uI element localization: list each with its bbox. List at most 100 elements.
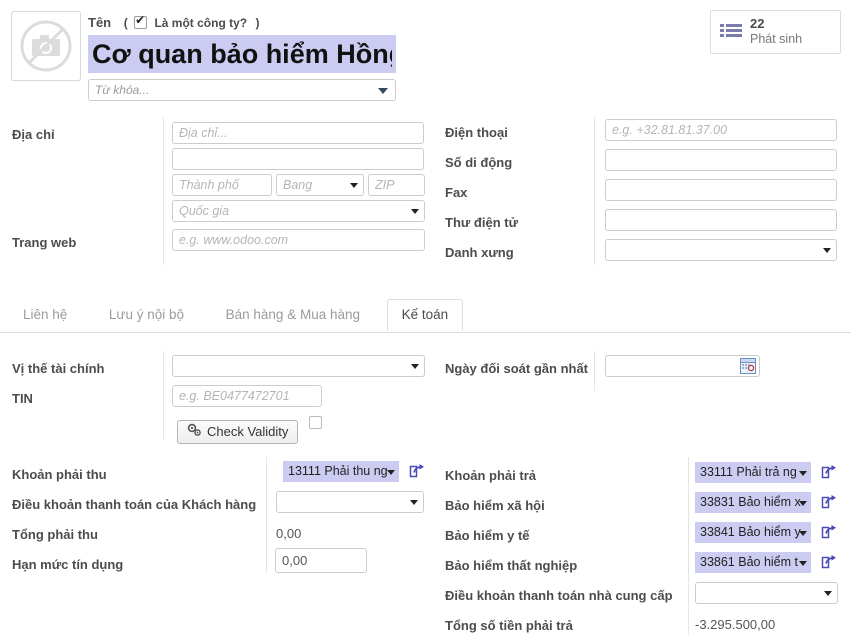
health-insurance-select[interactable]: 33841 Bảo hiểm y [695, 522, 811, 543]
mobile-label: Số di động [445, 151, 512, 170]
chevron-down-icon [799, 471, 807, 476]
payable-account-label: Khoản phải trả [445, 464, 536, 483]
receivable-account-select[interactable]: 13111 Phải thu ng [283, 461, 399, 482]
accounting-upper: Vị thế tài chính TIN [0, 348, 851, 443]
accounting-lower: Khoản phải thu 13111 Phải thu ng Điều kh… [0, 455, 851, 639]
customer-terms-select[interactable] [276, 491, 424, 513]
phone-input[interactable] [605, 119, 837, 141]
city-input[interactable] [172, 174, 272, 196]
unemployment-insurance-field: 33861 Bảo hiểm t [695, 552, 837, 573]
calendar-icon[interactable] [740, 358, 756, 374]
social-insurance-label: Bảo hiểm xã hội [445, 494, 545, 513]
unemployment-insurance-select[interactable]: 33861 Bảo hiểm t [695, 552, 811, 573]
chevron-down-icon [411, 364, 419, 369]
chevron-down-icon [799, 501, 807, 506]
external-link-icon[interactable] [821, 524, 837, 542]
validity-row: Check Validity [177, 413, 325, 444]
payable-account-select[interactable]: 33111 Phải trả ng [695, 462, 811, 483]
chevron-down-icon [799, 561, 807, 566]
tags-input[interactable]: Từ khóa... [88, 79, 396, 101]
acct-left-divider [163, 351, 164, 439]
social-insurance-value: 33831 Bảo hiểm x [700, 495, 801, 509]
credit-limit-label: Hạn mức tín dụng [12, 553, 123, 572]
receivable-account-value: 13111 Phải thu ng [288, 464, 388, 478]
avatar[interactable] [11, 11, 81, 81]
list-icon [720, 23, 742, 41]
chevron-down-icon [410, 500, 418, 505]
acct-right-divider [594, 351, 595, 391]
zip-input[interactable] [368, 174, 425, 196]
chevron-down-icon [350, 183, 358, 188]
fiscal-position-select[interactable] [172, 355, 425, 377]
chevron-down-icon [799, 531, 807, 536]
supplier-terms-select[interactable] [695, 582, 838, 604]
chevron-down-icon [387, 470, 395, 475]
title-select[interactable] [605, 239, 837, 261]
chevron-down-icon [823, 248, 831, 253]
total-payable-label: Tổng số tiền phải trả [445, 614, 573, 633]
payable-divider [688, 457, 689, 635]
chevron-down-icon [411, 209, 419, 214]
total-receivable-value: 0,00 [276, 523, 301, 541]
phone-label: Điện thoại [445, 121, 508, 140]
chevron-down-icon [824, 591, 832, 596]
stat-value: 22 [750, 17, 802, 32]
country-select[interactable]: Quốc gia [172, 200, 425, 222]
chevron-down-icon [378, 88, 388, 94]
receivable-divider [266, 457, 267, 573]
check-validity-label: Check Validity [207, 424, 288, 439]
receivable-account-field: 13111 Phải thu ng [283, 461, 425, 482]
external-link-icon[interactable] [821, 554, 837, 572]
tin-input[interactable] [172, 385, 322, 407]
total-receivable-label: Tổng phải thu [12, 523, 98, 542]
email-label: Thư điện tử [445, 211, 518, 230]
form-header: Tên ( Là một công ty? ) Từ khóa... [0, 0, 851, 112]
social-insurance-select[interactable]: 33831 Bảo hiểm x [695, 492, 811, 513]
check-validity-button[interactable]: Check Validity [177, 420, 298, 444]
partner-form-sheet: Tên ( Là một công ty? ) Từ khóa... [0, 0, 851, 639]
name-input[interactable] [88, 35, 396, 73]
tab-sales-purchases[interactable]: Bán hàng & Mua hàng [211, 299, 375, 330]
tab-contacts[interactable]: Liên hệ [8, 299, 82, 330]
fax-label: Fax [445, 181, 467, 200]
is-company-checkbox[interactable] [134, 16, 147, 29]
street2-input[interactable] [172, 148, 424, 170]
external-link-icon[interactable] [821, 464, 837, 482]
supplier-terms-label: Điều khoản thanh toán nhà cung cấp [445, 584, 673, 603]
email-input[interactable] [605, 209, 837, 231]
fiscal-position-label: Vị thế tài chính [12, 357, 104, 376]
is-company-label: Là một công ty? [154, 16, 247, 30]
external-link-icon[interactable] [821, 494, 837, 512]
right-column-divider [594, 117, 595, 265]
unemployment-insurance-label: Bảo hiểm thất nghiệp [445, 554, 577, 573]
fax-input[interactable] [605, 179, 837, 201]
health-insurance-label: Bảo hiểm y tế [445, 524, 530, 543]
stat-label: Phát sinh [750, 32, 802, 46]
credit-limit-input[interactable] [275, 548, 367, 573]
street-input[interactable] [172, 122, 424, 144]
paren-open: ( [124, 16, 128, 30]
state-select[interactable]: Bang [276, 174, 364, 196]
notebook-tabs: Liên hệ Lưu ý nội bộ Bán hàng & Mua hàng… [0, 298, 851, 333]
title-label: Danh xưng [445, 241, 514, 260]
social-insurance-field: 33831 Bảo hiểm x [695, 492, 837, 513]
health-insurance-value: 33841 Bảo hiểm y [700, 525, 801, 539]
external-link-icon[interactable] [409, 463, 425, 481]
customer-terms-label: Điều khoản thanh toán của Khách hàng [12, 493, 256, 512]
address-label: Địa chỉ [12, 123, 55, 142]
health-insurance-field: 33841 Bảo hiểm y [695, 522, 837, 543]
tab-accounting[interactable]: Kế toán [387, 299, 464, 331]
mobile-input[interactable] [605, 149, 837, 171]
tab-internal-notes[interactable]: Lưu ý nội bộ [94, 299, 199, 330]
website-input[interactable] [172, 229, 425, 251]
payable-account-field: 33111 Phải trả ng [695, 462, 837, 483]
last-reconcile-input[interactable] [605, 355, 760, 377]
paren-close: ) [255, 16, 259, 30]
journal-items-stat-button[interactable]: 22 Phát sinh [710, 10, 841, 54]
vat-verified-checkbox[interactable] [309, 416, 322, 429]
stat-text: 22 Phát sinh [750, 17, 802, 46]
country-value: Quốc gia [179, 204, 229, 218]
gears-icon [187, 423, 202, 440]
state-value: Bang [283, 178, 312, 192]
total-payable-value: -3.295.500,00 [695, 614, 775, 632]
